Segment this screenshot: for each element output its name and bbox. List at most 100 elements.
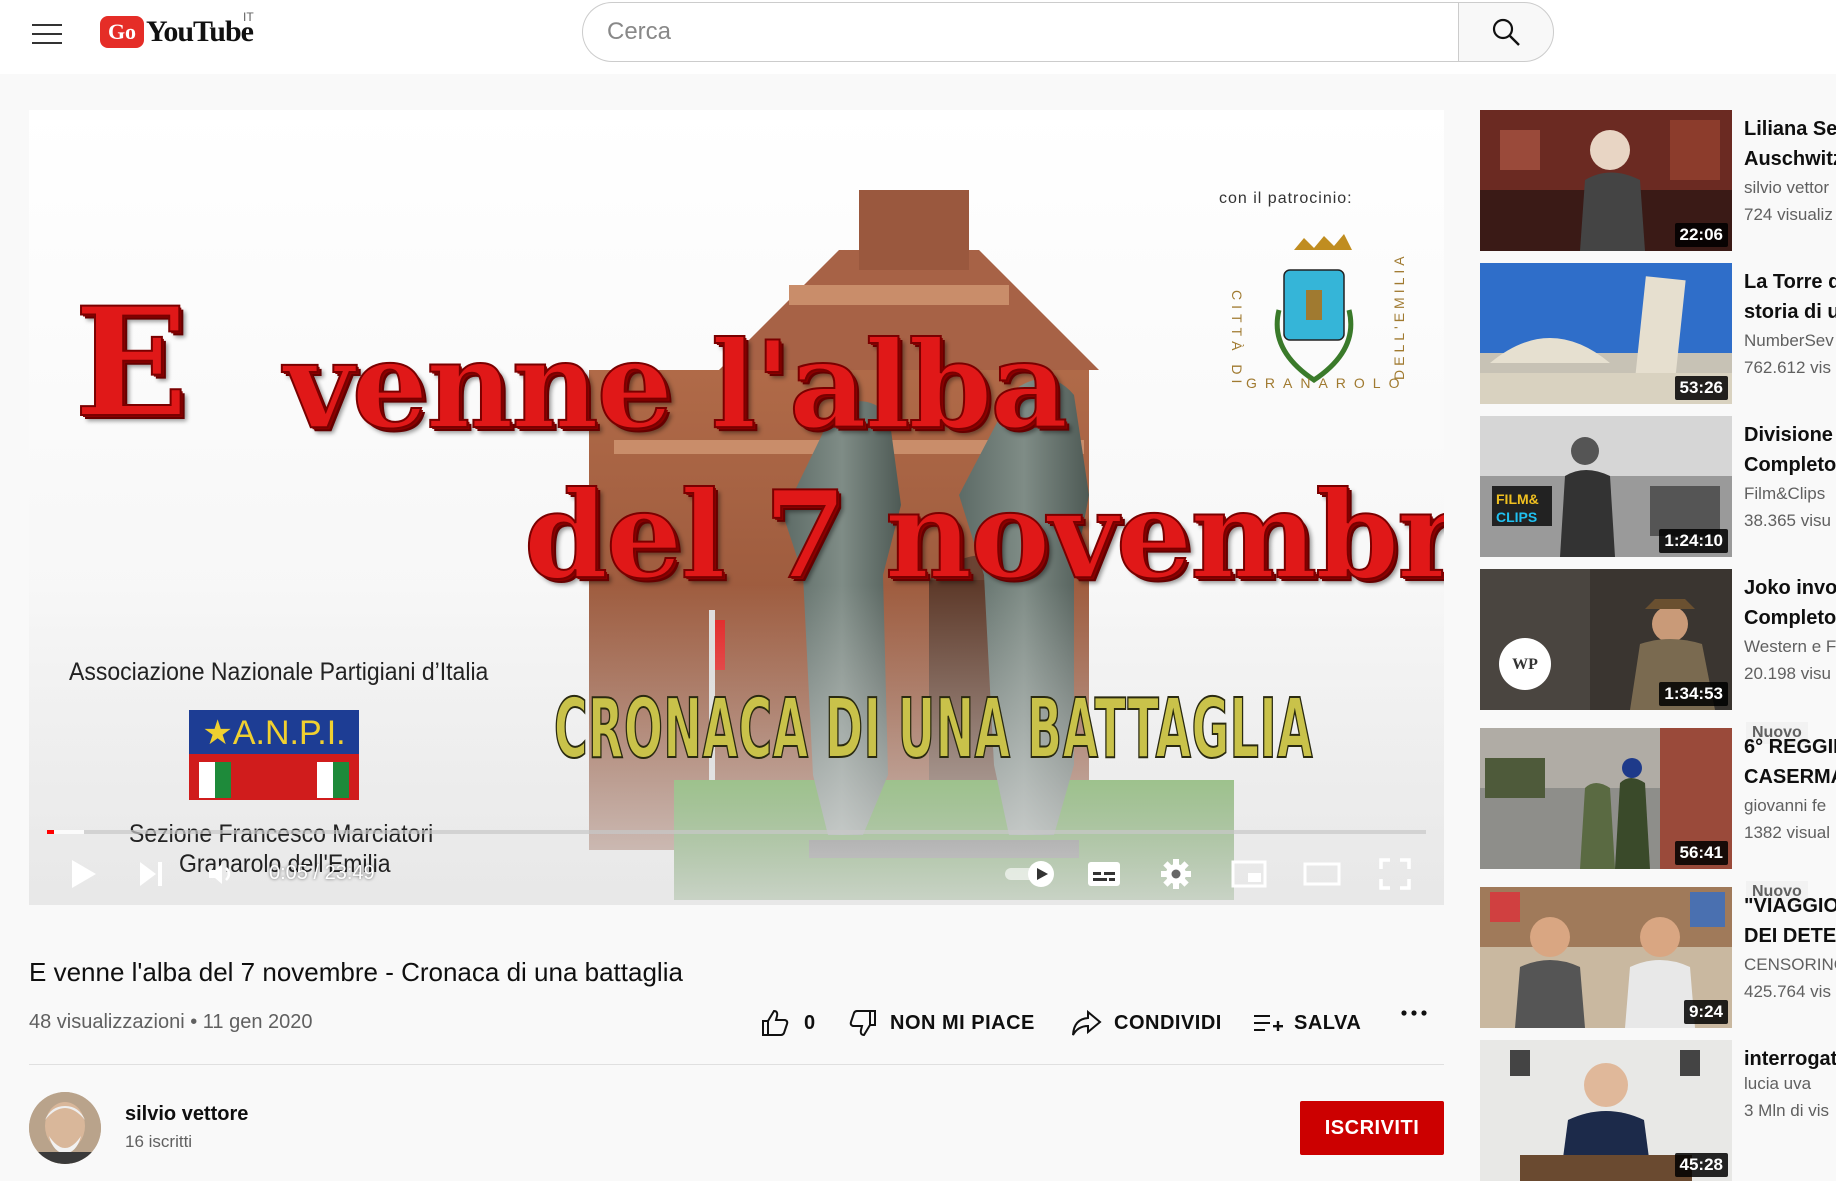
rec-title[interactable]: Divisione Completo (1744, 420, 1836, 480)
subtitles-button[interactable] (1079, 850, 1129, 898)
svg-text:WP: WP (1512, 656, 1538, 673)
rec-channel[interactable]: Western e F (1744, 637, 1836, 657)
video-thumbnail[interactable]: 53:26 (1480, 263, 1732, 404)
video-thumbnail[interactable]: 45:28 (1480, 1040, 1732, 1181)
rec-views: 3 Mln di vis (1744, 1101, 1830, 1120)
search-button[interactable] (1458, 2, 1554, 62)
share-button[interactable]: CONDIVIDI (1070, 1008, 1222, 1038)
recommendation-item[interactable]: WP 1:34:53 Joko invo Completo Western e F… (1480, 569, 1836, 744)
rec-channel[interactable]: Film&Clips (1744, 484, 1825, 504)
video-meta: 48 visualizzazioni • 11 gen 2020 (29, 1011, 313, 1033)
volume-button[interactable] (197, 850, 245, 898)
youtube-logo[interactable]: Go YouTube (100, 14, 254, 50)
search-bar (582, 2, 1554, 62)
duration-badge: 1:34:53 (1659, 682, 1728, 706)
video-title: E venne l'alba del 7 novembre - Cronaca … (29, 957, 683, 987)
miniplayer-icon (1231, 860, 1267, 888)
recommendation-item[interactable]: 45:28 interrogat lucia uva 3 Mln di vis (1480, 1040, 1836, 1181)
channel-name[interactable]: silvio vettore (125, 1103, 248, 1126)
rec-channel[interactable]: lucia uva (1744, 1074, 1811, 1094)
search-input[interactable] (582, 2, 1458, 62)
avatar-image (29, 1092, 101, 1164)
theater-icon (1303, 862, 1341, 886)
duration-badge: 22:06 (1674, 223, 1728, 247)
rec-views: 38.365 visu (1744, 511, 1831, 530)
anpi-logo: ★A.N.P.I. (189, 710, 359, 800)
subscribe-button[interactable]: ISCRIVITI (1300, 1101, 1444, 1155)
subscriber-count: 16 iscritti (125, 1132, 193, 1151)
dislike-button[interactable]: NON MI PIACE (848, 1008, 1035, 1038)
logo-text: YouTube (146, 15, 254, 48)
autoplay-icon (1005, 861, 1054, 887)
rec-channel[interactable]: silvio vettor (1744, 178, 1829, 198)
svg-text:DELL'EMILIA: DELL'EMILIA (1391, 252, 1407, 380)
overlay-title-line2: del 7 novembre (523, 464, 1444, 607)
overlay-subtitle: CRONACA DI UNA BATTAGLIA (553, 681, 1314, 778)
video-thumbnail[interactable]: 56:41 (1480, 728, 1732, 869)
rec-title[interactable]: Liliana Se Auschwitz (1744, 114, 1836, 174)
progress-bar[interactable] (47, 830, 1426, 834)
progress-played (47, 830, 54, 834)
rec-title[interactable]: 6° REGGINCASERMA (1744, 732, 1836, 792)
duration-badge: 53:26 (1674, 376, 1728, 400)
rec-title[interactable]: interrogat (1744, 1044, 1836, 1074)
thumbs-up-icon (762, 1009, 789, 1036)
hamburger-menu-icon[interactable] (32, 22, 62, 46)
rec-channel[interactable]: CENSORINC (1744, 955, 1836, 975)
recommendation-item[interactable]: 22:06 Liliana Se Auschwitz silvio vettor … (1480, 110, 1836, 251)
fullscreen-icon (1379, 858, 1411, 890)
rec-title[interactable]: Joko invo Completo (1744, 573, 1836, 633)
save-label: SALVA (1294, 1011, 1362, 1034)
subtitles-icon (1088, 862, 1120, 886)
video-thumbnail[interactable]: 22:06 (1480, 110, 1732, 251)
fullscreen-button[interactable] (1370, 850, 1420, 898)
video-thumbnail[interactable]: WP 1:34:53 (1480, 569, 1732, 710)
video-thumbnail[interactable]: FILM& CLIPS 1:24:10 (1480, 416, 1732, 557)
svg-text:CLIPS: CLIPS (1496, 509, 1537, 525)
more-actions-button[interactable] (1400, 1008, 1428, 1018)
recommendation-item[interactable]: 9:24 "VIAGGIODEI DETEN CENSORINC 425.764… (1480, 887, 1836, 1028)
rec-views: 724 visualiz (1744, 205, 1833, 224)
miniplayer-button[interactable] (1224, 850, 1274, 898)
rec-views: 20.198 visu (1744, 664, 1831, 683)
rec-views: 1382 visual (1744, 823, 1831, 842)
share-icon (1072, 1009, 1102, 1036)
share-label: CONDIVIDI (1114, 1011, 1222, 1034)
rec-views: 762.612 vis (1744, 358, 1831, 377)
like-count: 0 (804, 1011, 816, 1034)
rec-title[interactable]: La Torre d storia di u (1744, 267, 1836, 327)
video-thumbnail[interactable]: 9:24 (1480, 887, 1732, 1028)
overlay-title-line1: venne l'alba (283, 314, 1069, 457)
sponsor-label: con il patrocinio: (1219, 190, 1353, 207)
masthead: Go YouTube IT (0, 0, 1836, 74)
recommendation-item[interactable]: 53:26 La Torre d storia di u NumberSev 76… (1480, 263, 1836, 404)
rec-views: 425.764 vis (1744, 982, 1831, 1001)
duration-badge: 9:24 (1683, 1000, 1728, 1024)
channel-avatar[interactable] (29, 1092, 101, 1164)
rec-title[interactable]: "VIAGGIODEI DETEN (1744, 891, 1836, 951)
dislike-label: NON MI PIACE (890, 1011, 1035, 1034)
save-button[interactable]: SALVA (1252, 1008, 1361, 1038)
rec-channel[interactable]: NumberSev (1744, 331, 1834, 351)
next-button[interactable] (127, 850, 175, 898)
overlay-section: Sezione Francesco Marciatori (129, 820, 434, 848)
like-button[interactable]: 0 (760, 1008, 816, 1038)
settings-button[interactable] (1151, 850, 1201, 898)
play-button[interactable] (59, 850, 107, 898)
recommendation-item[interactable]: 56:41 6° REGGINCASERMA giovanni fe 1382 … (1480, 728, 1836, 903)
theater-mode-button[interactable] (1297, 850, 1347, 898)
gear-icon (1161, 859, 1191, 889)
svg-text:FILM&: FILM& (1496, 491, 1539, 507)
rec-channel[interactable]: giovanni fe (1744, 796, 1826, 816)
next-icon (140, 862, 162, 886)
duration-badge: 45:28 (1674, 1153, 1728, 1177)
search-icon (1492, 18, 1520, 46)
play-icon (72, 860, 96, 888)
divider (29, 1064, 1444, 1065)
duration-badge: 56:41 (1674, 841, 1728, 865)
overlay-association: Associazione Nazionale Partigiani d’Ital… (69, 658, 489, 686)
video-player[interactable]: CITTÀ DI GRANAROLO DELL'EMILIA con il pa… (29, 110, 1444, 905)
recommendation-item[interactable]: FILM& CLIPS 1:24:10 Divisione Completo Fil… (1480, 416, 1836, 557)
time-display: 0:05 / 23:49 (269, 862, 375, 884)
autoplay-toggle[interactable] (1001, 850, 1061, 898)
